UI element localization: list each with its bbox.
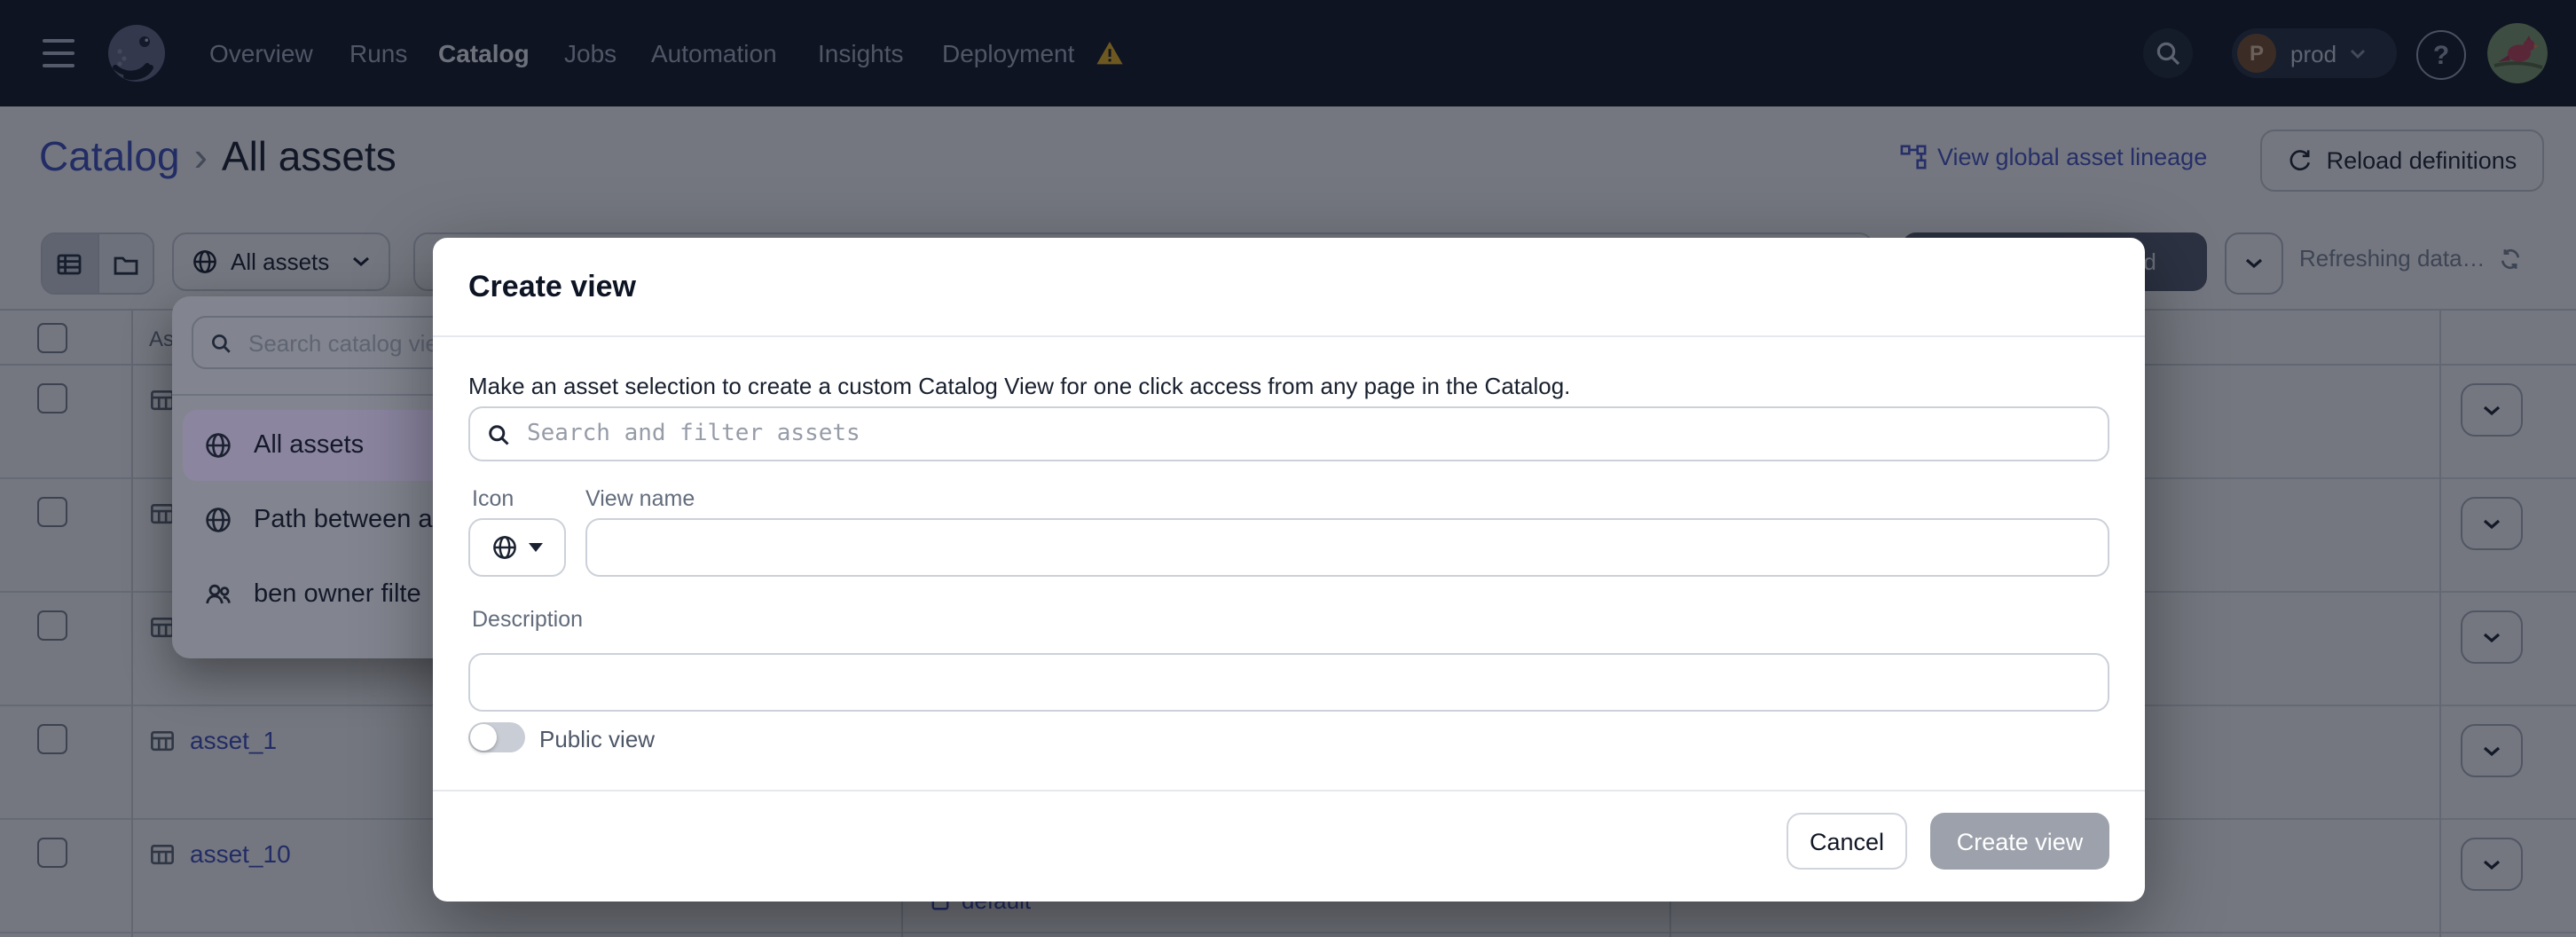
public-view-toggle[interactable] bbox=[468, 722, 525, 752]
public-view-label: Public view bbox=[539, 726, 655, 752]
globe-icon bbox=[204, 506, 232, 534]
app-window: Overview Runs Catalog Jobs Automation In… bbox=[0, 0, 2576, 937]
view-name-input[interactable] bbox=[585, 518, 2109, 577]
view-name-field-label: View name bbox=[585, 486, 695, 511]
icon-field-label: Icon bbox=[472, 486, 514, 511]
asset-selection-input[interactable] bbox=[523, 419, 2092, 449]
icon-picker-dropdown[interactable] bbox=[468, 518, 566, 577]
cancel-button[interactable]: Cancel bbox=[1787, 813, 1907, 870]
divider bbox=[433, 790, 2145, 791]
globe-icon bbox=[491, 534, 518, 561]
view-option-label: Path between a bbox=[254, 506, 433, 534]
screenshot-viewport: Overview Runs Catalog Jobs Automation In… bbox=[0, 0, 2576, 937]
caret-down-icon bbox=[529, 543, 543, 552]
create-view-dialog: Create view Make an asset selection to c… bbox=[433, 238, 2145, 902]
dialog-description: Make an asset selection to create a cust… bbox=[468, 373, 2083, 399]
search-icon bbox=[209, 331, 232, 354]
globe-icon bbox=[204, 431, 232, 460]
view-option-label: ben owner filte bbox=[254, 580, 421, 609]
search-icon bbox=[486, 421, 511, 446]
toggle-knob bbox=[470, 724, 497, 751]
view-option-label: All assets bbox=[254, 431, 364, 460]
description-input[interactable] bbox=[468, 653, 2109, 712]
divider bbox=[433, 335, 2145, 337]
description-field-label: Description bbox=[472, 607, 583, 632]
asset-selection-search[interactable] bbox=[468, 406, 2109, 461]
create-view-button[interactable]: Create view bbox=[1930, 813, 2109, 870]
people-icon bbox=[204, 580, 232, 609]
dialog-title: Create view bbox=[468, 270, 636, 305]
